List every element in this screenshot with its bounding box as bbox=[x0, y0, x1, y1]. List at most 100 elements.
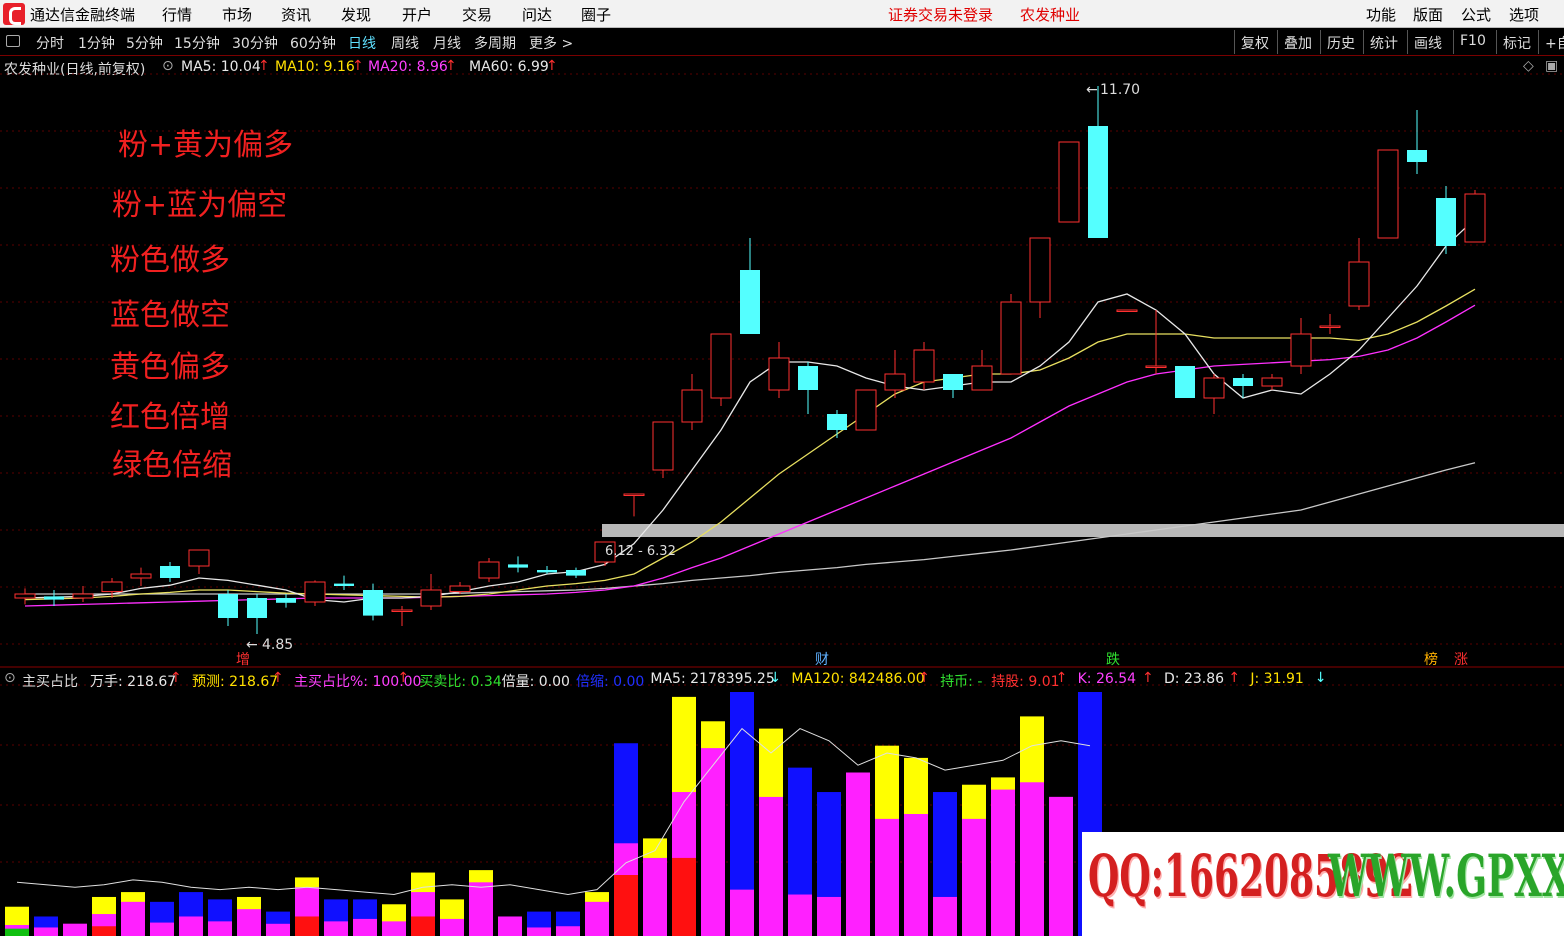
volume-bar-double-segment bbox=[92, 926, 116, 936]
menu-item-formula[interactable]: 公式 bbox=[1461, 4, 1491, 25]
candle bbox=[1088, 86, 1108, 238]
f10-button[interactable]: F10 bbox=[1453, 30, 1492, 54]
period-tab-intraday[interactable]: 分时 bbox=[36, 33, 64, 53]
menu-item-discover[interactable]: 发现 bbox=[341, 4, 371, 25]
indicator-name: 主买占比 bbox=[22, 674, 78, 690]
draw-line-button[interactable]: 画线 bbox=[1407, 30, 1448, 54]
candle bbox=[188, 549, 210, 574]
volume-bar bbox=[440, 899, 464, 936]
indicator-ma-line bbox=[16, 727, 1091, 896]
panel-toggle-icon[interactable] bbox=[6, 35, 20, 47]
period-tab-5min[interactable]: 5分钟 bbox=[126, 33, 163, 53]
volume-bar-buy-segment bbox=[324, 921, 348, 936]
event-marker-ranking[interactable]: 榜 bbox=[1424, 651, 1438, 668]
login-status[interactable]: 证券交易未登录 bbox=[888, 4, 993, 25]
period-tab-30min[interactable]: 30分钟 bbox=[232, 33, 278, 53]
volume-bar-buy-segment bbox=[150, 922, 174, 936]
period-tab-multi[interactable]: 多周期 bbox=[474, 33, 516, 53]
candle-body bbox=[1145, 365, 1167, 368]
candle-body bbox=[1058, 141, 1080, 223]
volume-bar-buy-segment bbox=[63, 923, 87, 936]
candle bbox=[798, 362, 818, 414]
volume-bar bbox=[759, 728, 783, 936]
candle-body bbox=[1348, 261, 1370, 307]
period-tab-60min[interactable]: 60分钟 bbox=[290, 33, 336, 53]
indicator-settings-icon[interactable]: ⊙ bbox=[4, 670, 16, 686]
statistics-button[interactable]: 统计 bbox=[1363, 30, 1404, 54]
candle-body bbox=[130, 573, 152, 579]
volume-bar-buy-segment bbox=[643, 857, 667, 936]
candle-body bbox=[884, 373, 906, 391]
event-marker-fall[interactable]: 跌 bbox=[1106, 652, 1120, 668]
note-green-shrink-volume: 绿色倍缩 bbox=[112, 448, 232, 483]
menu-item-news[interactable]: 资讯 bbox=[281, 4, 311, 25]
history-button[interactable]: 历史 bbox=[1320, 30, 1361, 54]
event-marker-increase[interactable]: 增 bbox=[236, 652, 250, 668]
adjust-button[interactable]: 复权 bbox=[1234, 30, 1275, 54]
volume-bar-buy-segment bbox=[179, 916, 203, 936]
period-tab-weekly[interactable]: 周线 bbox=[391, 33, 419, 53]
candle-body bbox=[1407, 150, 1427, 162]
menu-item-market[interactable]: 市场 bbox=[222, 4, 252, 25]
candle bbox=[971, 350, 993, 391]
period-tab-more[interactable]: 更多 > bbox=[529, 33, 573, 53]
price-range-band bbox=[602, 524, 1564, 537]
volume-bar-buy-segment bbox=[875, 818, 899, 936]
volume-bar bbox=[237, 896, 261, 936]
period-tab-monthly[interactable]: 月线 bbox=[433, 33, 461, 53]
mark-button[interactable]: 标记 bbox=[1496, 30, 1537, 54]
down-arrow-icon: ↓ bbox=[1314, 670, 1327, 686]
candle-body bbox=[1029, 237, 1051, 303]
candle bbox=[160, 562, 180, 582]
period-tab-daily[interactable]: 日线 bbox=[348, 33, 376, 53]
candle-body bbox=[913, 349, 935, 383]
period-tab-1min[interactable]: 1分钟 bbox=[78, 33, 115, 53]
candle-body bbox=[218, 594, 238, 618]
candle bbox=[1261, 374, 1283, 390]
volume-bar-buy-segment bbox=[556, 926, 580, 936]
up-arrow-icon: ↑ bbox=[397, 670, 410, 686]
volume-bar bbox=[121, 892, 145, 936]
candle-body bbox=[1319, 325, 1341, 328]
candle-body bbox=[710, 333, 732, 399]
candle bbox=[72, 586, 94, 602]
volume-bar bbox=[150, 901, 174, 936]
volume-bar-double-segment bbox=[672, 857, 696, 936]
menu-item-quotes[interactable]: 行情 bbox=[162, 4, 192, 25]
indicator-value: MA120: 842486.00 bbox=[791, 671, 925, 687]
menu-item-trade[interactable]: 交易 bbox=[462, 4, 492, 25]
menu-item-layout[interactable]: 版面 bbox=[1413, 4, 1443, 25]
event-marker-rise[interactable]: 涨 bbox=[1454, 652, 1468, 668]
volume-bar bbox=[34, 916, 58, 936]
volume-bar-buy-segment bbox=[817, 896, 841, 936]
candle-body bbox=[1175, 366, 1195, 398]
menu-item-ask[interactable]: 问达 bbox=[522, 4, 552, 25]
candle bbox=[1436, 186, 1456, 254]
candle-body bbox=[1377, 149, 1399, 239]
custom-button[interactable]: +自 bbox=[1538, 30, 1564, 54]
candle-body bbox=[304, 581, 326, 603]
overlay-button[interactable]: 叠加 bbox=[1277, 30, 1318, 54]
candle-body bbox=[652, 421, 674, 471]
candle bbox=[566, 567, 586, 578]
volume-bar bbox=[556, 911, 580, 936]
period-tab-15min[interactable]: 15分钟 bbox=[174, 33, 220, 53]
candle bbox=[1348, 238, 1370, 310]
indicator-value: 倍缩: 0.00 bbox=[576, 674, 645, 690]
volume-bar bbox=[469, 870, 493, 936]
low-price-label: 4.85 bbox=[262, 637, 293, 653]
menu-item-functions[interactable]: 功能 bbox=[1366, 4, 1396, 25]
volume-bar-buy-segment bbox=[498, 916, 522, 936]
event-marker-finance[interactable]: 财 bbox=[815, 652, 829, 668]
menu-item-open-account[interactable]: 开户 bbox=[402, 4, 432, 25]
menu-item-options[interactable]: 选项 bbox=[1509, 4, 1539, 25]
candle bbox=[478, 558, 500, 582]
candle bbox=[1203, 374, 1225, 414]
candle-body bbox=[160, 566, 180, 578]
candle-body bbox=[827, 414, 847, 430]
menu-item-circle[interactable]: 圈子 bbox=[581, 4, 611, 25]
indicator-value: MA5: 2178395.25 bbox=[650, 671, 775, 687]
candle bbox=[44, 590, 64, 606]
ma10-line bbox=[24, 288, 1476, 601]
app-logo-icon bbox=[3, 3, 25, 25]
